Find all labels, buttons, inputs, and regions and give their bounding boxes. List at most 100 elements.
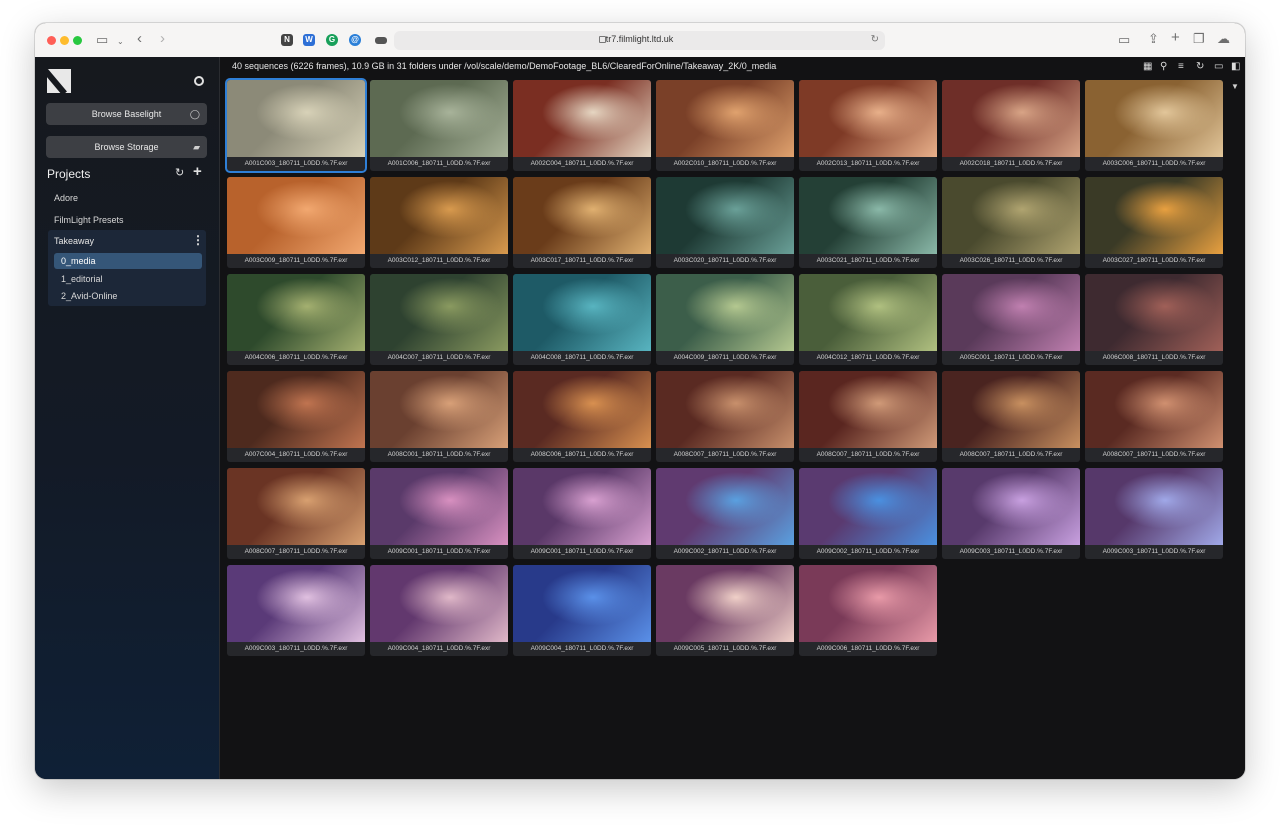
clip-name: A008C007_180711_L0DD.%.7F.exr: [673, 451, 777, 458]
minimize-window-button[interactable]: [60, 36, 69, 45]
word-extension-icon[interactable]: W: [303, 34, 315, 46]
project-item-takeaway[interactable]: Takeaway ⋮ 0_media 1_editorial 2_Avid-On…: [48, 230, 206, 306]
clip-thumbnail: [370, 565, 508, 642]
clip-name: A003C006_180711_L0DD.%.7F.exr: [1102, 160, 1206, 167]
forward-icon[interactable]: ›: [160, 31, 165, 46]
clip-tile[interactable]: A002C004_180711_L0DD.%.7F.exr: [513, 80, 651, 171]
folder-item-0-media[interactable]: 0_media: [54, 253, 202, 269]
close-window-button[interactable]: [47, 36, 56, 45]
clip-tile[interactable]: A003C012_180711_L0DD.%.7F.exr: [370, 177, 508, 268]
clip-tile[interactable]: A008C007_180711_L0DD.%.7F.exr: [227, 468, 365, 559]
sidebar-toggle-icon[interactable]: ▭: [96, 33, 108, 46]
sort-icon[interactable]: ≡: [1178, 61, 1184, 72]
clip-tile[interactable]: A003C021_180711_L0DD.%.7F.exr: [799, 177, 937, 268]
clip-tile[interactable]: A004C008_180711_L0DD.%.7F.exr: [513, 274, 651, 365]
clip-name: A009C002_180711_L0DD.%.7F.exr: [816, 548, 920, 555]
clip-tile[interactable]: A003C027_180711_L0DD.%.7F.exr: [1085, 177, 1223, 268]
project-item-adore[interactable]: Adore: [54, 193, 78, 203]
clip-thumbnail: [370, 371, 508, 448]
reader-icon[interactable]: ▭: [1118, 33, 1130, 46]
reload-icon[interactable]: ↻: [871, 34, 879, 45]
grid-view-icon[interactable]: ▦: [1143, 61, 1152, 72]
clip-thumbnail: [513, 274, 651, 351]
folder-item-2-avid-online[interactable]: 2_Avid-Online: [54, 288, 202, 304]
clip-tile[interactable]: A009C003_180711_L0DD.%.7F.exr: [942, 468, 1080, 559]
clip-tile[interactable]: A008C007_180711_L0DD.%.7F.exr: [942, 371, 1080, 462]
settings-gear-icon[interactable]: [194, 76, 204, 86]
more-options-icon[interactable]: ⋮: [192, 234, 204, 246]
clip-tile[interactable]: A002C013_180711_L0DD.%.7F.exr: [799, 80, 937, 171]
clip-tile[interactable]: A001C003_180711_L0DD.%.7F.exr: [227, 80, 365, 171]
translate-extension-icon[interactable]: @: [349, 34, 361, 46]
extension-icon[interactable]: [375, 37, 387, 44]
clip-tile[interactable]: A008C007_180711_L0DD.%.7F.exr: [799, 371, 937, 462]
share-icon[interactable]: ⇪: [1148, 32, 1159, 45]
clip-tile[interactable]: A009C004_180711_L0DD.%.7F.exr: [370, 565, 508, 656]
clip-tile[interactable]: A004C009_180711_L0DD.%.7F.exr: [656, 274, 794, 365]
clip-tile[interactable]: A009C004_180711_L0DD.%.7F.exr: [513, 565, 651, 656]
clip-tile[interactable]: A002C018_180711_L0DD.%.7F.exr: [942, 80, 1080, 171]
clip-thumbnail: [227, 468, 365, 545]
browse-storage-button[interactable]: Browse Storage ▰: [46, 136, 207, 158]
clip-tile[interactable]: A003C026_180711_L0DD.%.7F.exr: [942, 177, 1080, 268]
clip-tile[interactable]: A006C008_180711_L0DD.%.7F.exr: [1085, 274, 1223, 365]
clip-tile[interactable]: A009C003_180711_L0DD.%.7F.exr: [1085, 468, 1223, 559]
grammarly-extension-icon[interactable]: G: [326, 34, 338, 46]
clip-tile[interactable]: A005C001_180711_L0DD.%.7F.exr: [942, 274, 1080, 365]
address-bar[interactable]: tr7.filmlight.ltd.uk ↻: [394, 31, 885, 50]
chevron-down-icon[interactable]: ⌄: [117, 35, 124, 48]
clip-thumbnail: [656, 468, 794, 545]
clip-name: A002C013_180711_L0DD.%.7F.exr: [816, 160, 920, 167]
clip-tile[interactable]: A009C001_180711_L0DD.%.7F.exr: [370, 468, 508, 559]
add-project-icon[interactable]: +: [193, 163, 202, 180]
new-tab-icon[interactable]: +: [1171, 30, 1180, 45]
browse-baselight-button[interactable]: Browse Baselight ◯: [46, 103, 207, 125]
clip-name: A008C007_180711_L0DD.%.7F.exr: [959, 451, 1063, 458]
filter-icon[interactable]: ⚲: [1160, 61, 1167, 72]
clip-tile[interactable]: A009C005_180711_L0DD.%.7F.exr: [656, 565, 794, 656]
clip-name: A006C008_180711_L0DD.%.7F.exr: [1102, 354, 1206, 361]
caret-down-icon[interactable]: ▼: [1231, 82, 1239, 91]
back-icon[interactable]: ‹: [137, 31, 142, 46]
clip-name: A009C004_180711_L0DD.%.7F.exr: [387, 645, 491, 652]
clip-tile[interactable]: A009C002_180711_L0DD.%.7F.exr: [656, 468, 794, 559]
clip-tile[interactable]: A007C004_180711_L0DD.%.7F.exr: [227, 371, 365, 462]
panel-icon[interactable]: ▭: [1214, 61, 1223, 72]
clip-name: A009C003_180711_L0DD.%.7F.exr: [1102, 548, 1206, 555]
clip-thumbnail: [370, 177, 508, 254]
clip-thumbnail: [227, 565, 365, 642]
clip-tile[interactable]: A004C006_180711_L0DD.%.7F.exr: [227, 274, 365, 365]
project-item-filmlight-presets[interactable]: FilmLight Presets: [54, 215, 124, 225]
clip-tile[interactable]: A003C009_180711_L0DD.%.7F.exr: [227, 177, 365, 268]
clip-tile[interactable]: A009C003_180711_L0DD.%.7F.exr: [227, 565, 365, 656]
clip-tile[interactable]: A003C006_180711_L0DD.%.7F.exr: [1085, 80, 1223, 171]
clip-tile[interactable]: A009C001_180711_L0DD.%.7F.exr: [513, 468, 651, 559]
clip-tile[interactable]: A008C007_180711_L0DD.%.7F.exr: [1085, 371, 1223, 462]
clip-tile[interactable]: A004C012_180711_L0DD.%.7F.exr: [799, 274, 937, 365]
clip-tile[interactable]: A002C010_180711_L0DD.%.7F.exr: [656, 80, 794, 171]
notion-extension-icon[interactable]: N: [281, 34, 293, 46]
clip-tile[interactable]: A009C002_180711_L0DD.%.7F.exr: [799, 468, 937, 559]
clip-tile[interactable]: A009C006_180711_L0DD.%.7F.exr: [799, 565, 937, 656]
clip-thumbnail: [1085, 80, 1223, 157]
clip-tile[interactable]: A003C020_180711_L0DD.%.7F.exr: [656, 177, 794, 268]
clip-tile[interactable]: A008C006_180711_L0DD.%.7F.exr: [513, 371, 651, 462]
refresh-icon[interactable]: ↻: [175, 166, 184, 179]
clip-thumbnail: [227, 274, 365, 351]
clip-tile[interactable]: A008C001_180711_L0DD.%.7F.exr: [370, 371, 508, 462]
sidebar-panel-icon[interactable]: ◧: [1231, 61, 1240, 72]
zoom-window-button[interactable]: [73, 36, 82, 45]
clip-tile[interactable]: A003C017_180711_L0DD.%.7F.exr: [513, 177, 651, 268]
clip-thumbnail: [656, 80, 794, 157]
baselight-circle-icon: ◯: [189, 109, 200, 119]
tab-overview-icon[interactable]: ❐: [1193, 32, 1205, 45]
clip-tile[interactable]: A008C007_180711_L0DD.%.7F.exr: [656, 371, 794, 462]
refresh-view-icon[interactable]: ↻: [1196, 61, 1204, 72]
clip-tile[interactable]: A001C006_180711_L0DD.%.7F.exr: [370, 80, 508, 171]
folder-item-1-editorial[interactable]: 1_editorial: [54, 271, 202, 287]
sidebar: Browse Baselight ◯ Browse Storage ▰ Proj…: [35, 57, 220, 779]
clip-thumbnail: [656, 565, 794, 642]
icloud-icon[interactable]: ☁: [1217, 32, 1230, 45]
clip-tile[interactable]: A004C007_180711_L0DD.%.7F.exr: [370, 274, 508, 365]
clip-thumbnail: [799, 565, 937, 642]
